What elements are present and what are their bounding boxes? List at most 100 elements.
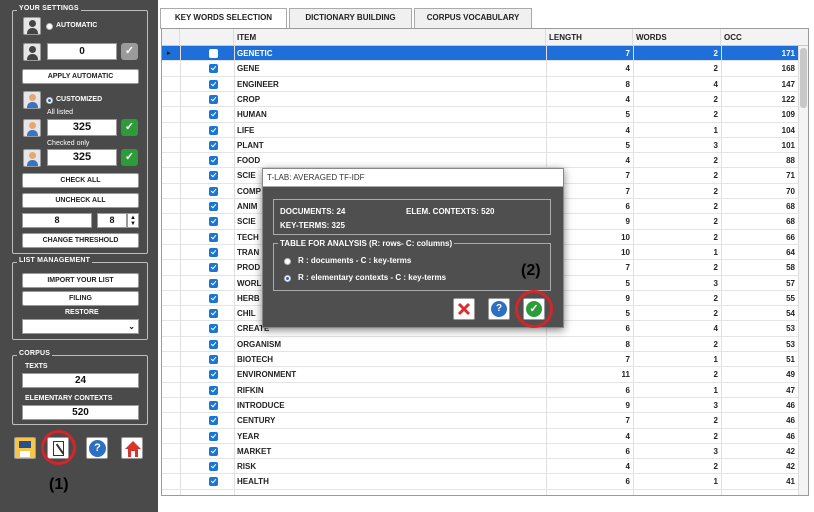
- threshold-field-a[interactable]: 8: [22, 213, 92, 228]
- row-checkbox[interactable]: [209, 110, 218, 120]
- table-row[interactable]: CROP 4 2 122: [162, 92, 798, 107]
- option-contexts-radio[interactable]: [284, 275, 291, 282]
- row-checkbox[interactable]: [209, 339, 218, 349]
- row-checkbox[interactable]: [209, 278, 218, 288]
- check-gray-icon[interactable]: ✓: [121, 43, 138, 60]
- table-row[interactable]: FOOD 4 2 88: [162, 153, 798, 168]
- row-checkbox[interactable]: [209, 416, 218, 426]
- table-row[interactable]: YEAR 4 2 46: [162, 429, 798, 444]
- header-occ[interactable]: OCC: [721, 29, 798, 46]
- row-checkbox[interactable]: [209, 64, 218, 74]
- texts-label: TEXTS: [25, 363, 48, 370]
- row-checkbox[interactable]: [209, 477, 218, 487]
- table-row[interactable]: PLANT 5 3 101: [162, 138, 798, 153]
- table-row[interactable]: ENGINEER 8 4 147: [162, 77, 798, 92]
- threshold-field-b[interactable]: 8: [97, 213, 127, 228]
- row-checkbox[interactable]: [209, 156, 218, 166]
- help-icon[interactable]: ?: [86, 437, 108, 459]
- row-item: HERB: [237, 293, 260, 303]
- row-checkbox[interactable]: [209, 49, 218, 58]
- header-item[interactable]: ITEM: [234, 29, 546, 46]
- table-row[interactable]: LIFE 4 1 104: [162, 123, 798, 138]
- option-documents-radio[interactable]: [284, 258, 291, 265]
- automatic-radio[interactable]: [46, 23, 53, 30]
- row-checkbox[interactable]: [209, 462, 218, 472]
- import-list-button[interactable]: IMPORT YOUR LIST: [22, 273, 139, 288]
- analysis-options-box: TABLE FOR ANALYSIS (R: rows- C: columns)…: [273, 239, 551, 291]
- dialog-help-button[interactable]: ?: [488, 298, 510, 320]
- checked-only-field[interactable]: 325: [47, 149, 117, 166]
- header-length[interactable]: LENGTH: [546, 29, 633, 46]
- automatic-value-field[interactable]: 0: [47, 43, 117, 60]
- table-row[interactable]: RISK 4 2 42: [162, 459, 798, 474]
- table-row[interactable]: HEALTH 6 1 41: [162, 474, 798, 489]
- row-checkbox[interactable]: [209, 140, 218, 150]
- analysis-title: TABLE FOR ANALYSIS (R: rows- C: columns): [278, 239, 455, 248]
- row-checkbox[interactable]: [209, 293, 218, 303]
- home-icon[interactable]: [121, 437, 143, 459]
- row-length: 9: [625, 400, 630, 410]
- table-row[interactable]: MARKET 6 3 42: [162, 444, 798, 459]
- check-all-button[interactable]: CHECK ALL: [22, 173, 139, 188]
- row-checkbox[interactable]: [209, 79, 218, 89]
- uncheck-all-button[interactable]: UNCHECK ALL: [22, 193, 139, 208]
- row-checkbox[interactable]: [209, 202, 218, 211]
- row-checkbox[interactable]: [209, 431, 218, 441]
- help-icon: ?: [491, 301, 507, 317]
- row-item: YEAR: [237, 431, 260, 441]
- table-row[interactable]: GENE 4 2 168: [162, 61, 798, 76]
- table-row[interactable]: ORGANISM 8 2 53: [162, 337, 798, 352]
- row-checkbox[interactable]: [209, 446, 218, 456]
- row-checkbox[interactable]: [209, 171, 218, 181]
- row-checkbox[interactable]: [209, 385, 218, 395]
- row-indicator-icon: ▸: [167, 50, 171, 57]
- table-row[interactable]: ▸ GENETIC 7 2 171: [162, 46, 798, 62]
- row-checkbox[interactable]: [209, 94, 218, 104]
- close-icon: [457, 302, 471, 316]
- row-checkbox[interactable]: [209, 324, 218, 334]
- row-checkbox[interactable]: [209, 217, 218, 227]
- all-listed-field[interactable]: 325: [47, 119, 117, 136]
- corpus-group: CORPUS TEXTS 24 ELEMENTARY CONTEXTS 520: [12, 350, 148, 425]
- header-words[interactable]: WORDS: [633, 29, 721, 46]
- row-length: 4: [625, 431, 630, 441]
- row-checkbox[interactable]: [209, 263, 218, 273]
- row-checkbox[interactable]: [209, 232, 218, 242]
- apply-automatic-button[interactable]: APPLY AUTOMATIC: [22, 69, 139, 84]
- save-icon[interactable]: [14, 437, 36, 459]
- row-checkbox[interactable]: [209, 247, 218, 257]
- row-checkbox[interactable]: [209, 125, 218, 135]
- row-occ: 42: [786, 462, 795, 472]
- row-checkbox[interactable]: [209, 400, 218, 410]
- vertical-scrollbar[interactable]: [798, 46, 808, 495]
- row-length: 7: [625, 355, 630, 364]
- row-checkbox[interactable]: [209, 370, 218, 380]
- tab-corpus-vocabulary[interactable]: CORPUS VOCABULARY: [414, 8, 532, 28]
- tab-key-words-selection[interactable]: KEY WORDS SELECTION: [160, 8, 287, 29]
- row-occ: 49: [786, 370, 795, 380]
- cancel-button[interactable]: [453, 298, 475, 320]
- filing-button[interactable]: FILING: [22, 291, 139, 306]
- table-row[interactable]: BIOTECH 7 1 51: [162, 352, 798, 367]
- row-checkbox[interactable]: [209, 309, 218, 319]
- tab-dictionary-building[interactable]: DICTIONARY BUILDING: [289, 8, 412, 28]
- scrollbar-thumb[interactable]: [800, 48, 807, 108]
- table-row[interactable]: INTRODUCE 9 3 46: [162, 398, 798, 413]
- chevron-down-icon: ⌄: [128, 322, 135, 331]
- row-item: HUMAN: [237, 110, 267, 120]
- customized-radio[interactable]: [46, 97, 53, 104]
- table-row[interactable]: ENVIRONMENT 11 2 49: [162, 367, 798, 382]
- threshold-stepper[interactable]: ▲ ▼: [127, 213, 139, 228]
- restore-dropdown[interactable]: ⌄: [22, 319, 139, 334]
- check-green-icon[interactable]: ✓: [121, 149, 138, 166]
- change-threshold-button[interactable]: CHANGE THRESHOLD: [22, 233, 139, 248]
- row-checkbox[interactable]: [209, 355, 218, 364]
- row-occ: 58: [786, 263, 795, 273]
- row-occ: 46: [786, 431, 795, 441]
- table-row[interactable]: RIFKIN 6 1 47: [162, 383, 798, 398]
- table-row[interactable]: CENTURY 7 2 46: [162, 413, 798, 428]
- all-listed-label: All listed: [47, 109, 74, 116]
- table-row[interactable]: HUMAN 5 2 109: [162, 107, 798, 122]
- check-green-icon[interactable]: ✓: [121, 119, 138, 136]
- row-checkbox[interactable]: [209, 186, 218, 196]
